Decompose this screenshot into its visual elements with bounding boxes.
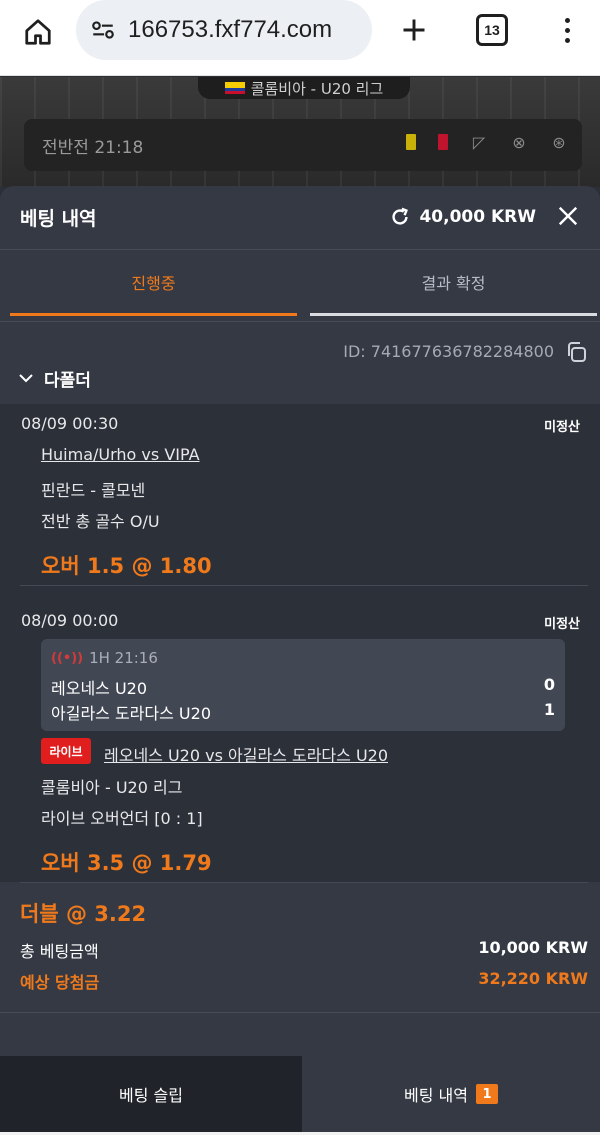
close-icon[interactable]: [556, 204, 580, 228]
half-time-label: 전반전 21:18: [42, 137, 144, 158]
bet-history-button[interactable]: 베팅 내역 1: [302, 1056, 600, 1132]
refresh-icon[interactable]: [389, 206, 411, 228]
leg-2-match-link[interactable]: 레오네스 U20 vs 아길라스 도라다스 U20: [104, 742, 388, 766]
stake-row: 총 베팅금액 10,000 KRW: [20, 938, 588, 962]
status-tabs: 진행중 결과 확정: [0, 250, 600, 322]
league-pill-label: 콜롬비아 - U20 리그: [250, 79, 384, 98]
red-card-icon: [438, 134, 448, 150]
site-settings-icon[interactable]: [88, 15, 118, 45]
league-pill: 콜롬비아 - U20 리그: [198, 77, 410, 99]
live-score-box: ((•)) 1H 21:16 레오네스 U20 0 아길라스 도라다스 U20 …: [41, 639, 565, 731]
live-badge: 라이브: [41, 738, 91, 764]
match-background: 콜롬비아 - U20 리그 전반전 21:18 ◸ ⊗ ⊛: [0, 77, 600, 187]
stake-value: 10,000 KRW: [478, 938, 588, 957]
multi-folder-toggle[interactable]: 다폴더: [18, 366, 91, 391]
bet-history-label: 베팅 내역: [404, 1086, 468, 1105]
potential-win-label: 예상 당첨금: [20, 973, 100, 992]
leg-2-market: 라이브 오버언더 [0 : 1]: [41, 809, 203, 828]
live-clock: ((•)) 1H 21:16: [51, 649, 158, 667]
bet-history-sheet: 베팅 내역 40,000 KRW 진행중 결과 확정 ID: 741677636…: [0, 186, 600, 1056]
away-score: 1: [543, 700, 555, 719]
leg-1-pick: 오버 1.5 @ 1.80: [41, 554, 212, 578]
away-team: 아길라스 도라다스 U20: [51, 704, 212, 723]
leg-1-market: 전반 총 골수 O/U: [41, 512, 160, 531]
live-stream-icon: ((•)): [51, 650, 84, 666]
bottom-nav: 베팅 슬립 베팅 내역 1: [0, 1056, 600, 1132]
sheet-title: 베팅 내역: [20, 208, 97, 230]
leg-divider: [20, 585, 588, 586]
leg-2-date: 08/09 00:00: [21, 611, 119, 630]
match-timeline-bar: 전반전 21:18 ◸ ⊗ ⊛: [24, 119, 582, 171]
tabs-icon[interactable]: 13: [476, 14, 508, 46]
ball-icon: ⊛: [552, 132, 566, 152]
leg-1-status: 미정산: [544, 420, 580, 435]
live-clock-text: 1H 21:16: [89, 649, 158, 667]
leg-1-match-link[interactable]: Huima/Urho vs VIPA: [41, 445, 200, 464]
tab-in-progress[interactable]: 진행중: [10, 250, 297, 316]
leg-1-date: 08/09 00:30: [21, 414, 119, 433]
url-text: 166753.fxf774.com: [128, 16, 333, 43]
chevron-down-icon: [18, 369, 34, 389]
bet-id-row: ID: 741677636782284800: [343, 340, 586, 362]
substitution-icon: ⊗: [512, 132, 526, 152]
home-team: 레오네스 U20: [51, 679, 148, 698]
potential-win-row: 예상 당첨금 32,220 KRW: [20, 969, 588, 993]
combo-odds-title: 더블 @ 3.22: [20, 902, 147, 926]
leg-2-status: 미정산: [544, 617, 580, 632]
leg-2-pick: 오버 3.5 @ 1.79: [41, 851, 212, 875]
leg-2-league: 콜롬비아 - U20 리그: [41, 778, 183, 797]
home-score: 0: [543, 675, 555, 694]
folder-label: 다폴더: [44, 371, 91, 391]
colombia-flag-icon: [224, 82, 245, 94]
browser-toolbar: 166753.fxf774.com 13: [0, 0, 600, 76]
balance[interactable]: 40,000 KRW: [389, 206, 536, 228]
bet-id: ID: 741677636782284800: [343, 341, 554, 361]
bet-count-badge: 1: [475, 1084, 498, 1104]
address-bar[interactable]: 166753.fxf774.com: [76, 0, 372, 60]
leg-1-league: 핀란드 - 콜모넨: [41, 481, 146, 500]
balance-amount: 40,000 KRW: [419, 207, 536, 227]
potential-win-value: 32,220 KRW: [478, 969, 588, 988]
yellow-card-icon: [406, 134, 416, 150]
home-icon[interactable]: [18, 14, 58, 50]
bet-slip-button[interactable]: 베팅 슬립: [0, 1056, 302, 1132]
plus-icon[interactable]: [396, 12, 432, 48]
sheet-divider: [0, 1012, 600, 1013]
tab-settled[interactable]: 결과 확정: [310, 250, 597, 316]
leg-divider: [20, 882, 588, 883]
corner-flag-icon: ◸: [472, 132, 486, 152]
stake-label: 총 베팅금액: [20, 942, 99, 961]
menu-icon[interactable]: [552, 12, 582, 48]
copy-icon[interactable]: [564, 340, 586, 362]
